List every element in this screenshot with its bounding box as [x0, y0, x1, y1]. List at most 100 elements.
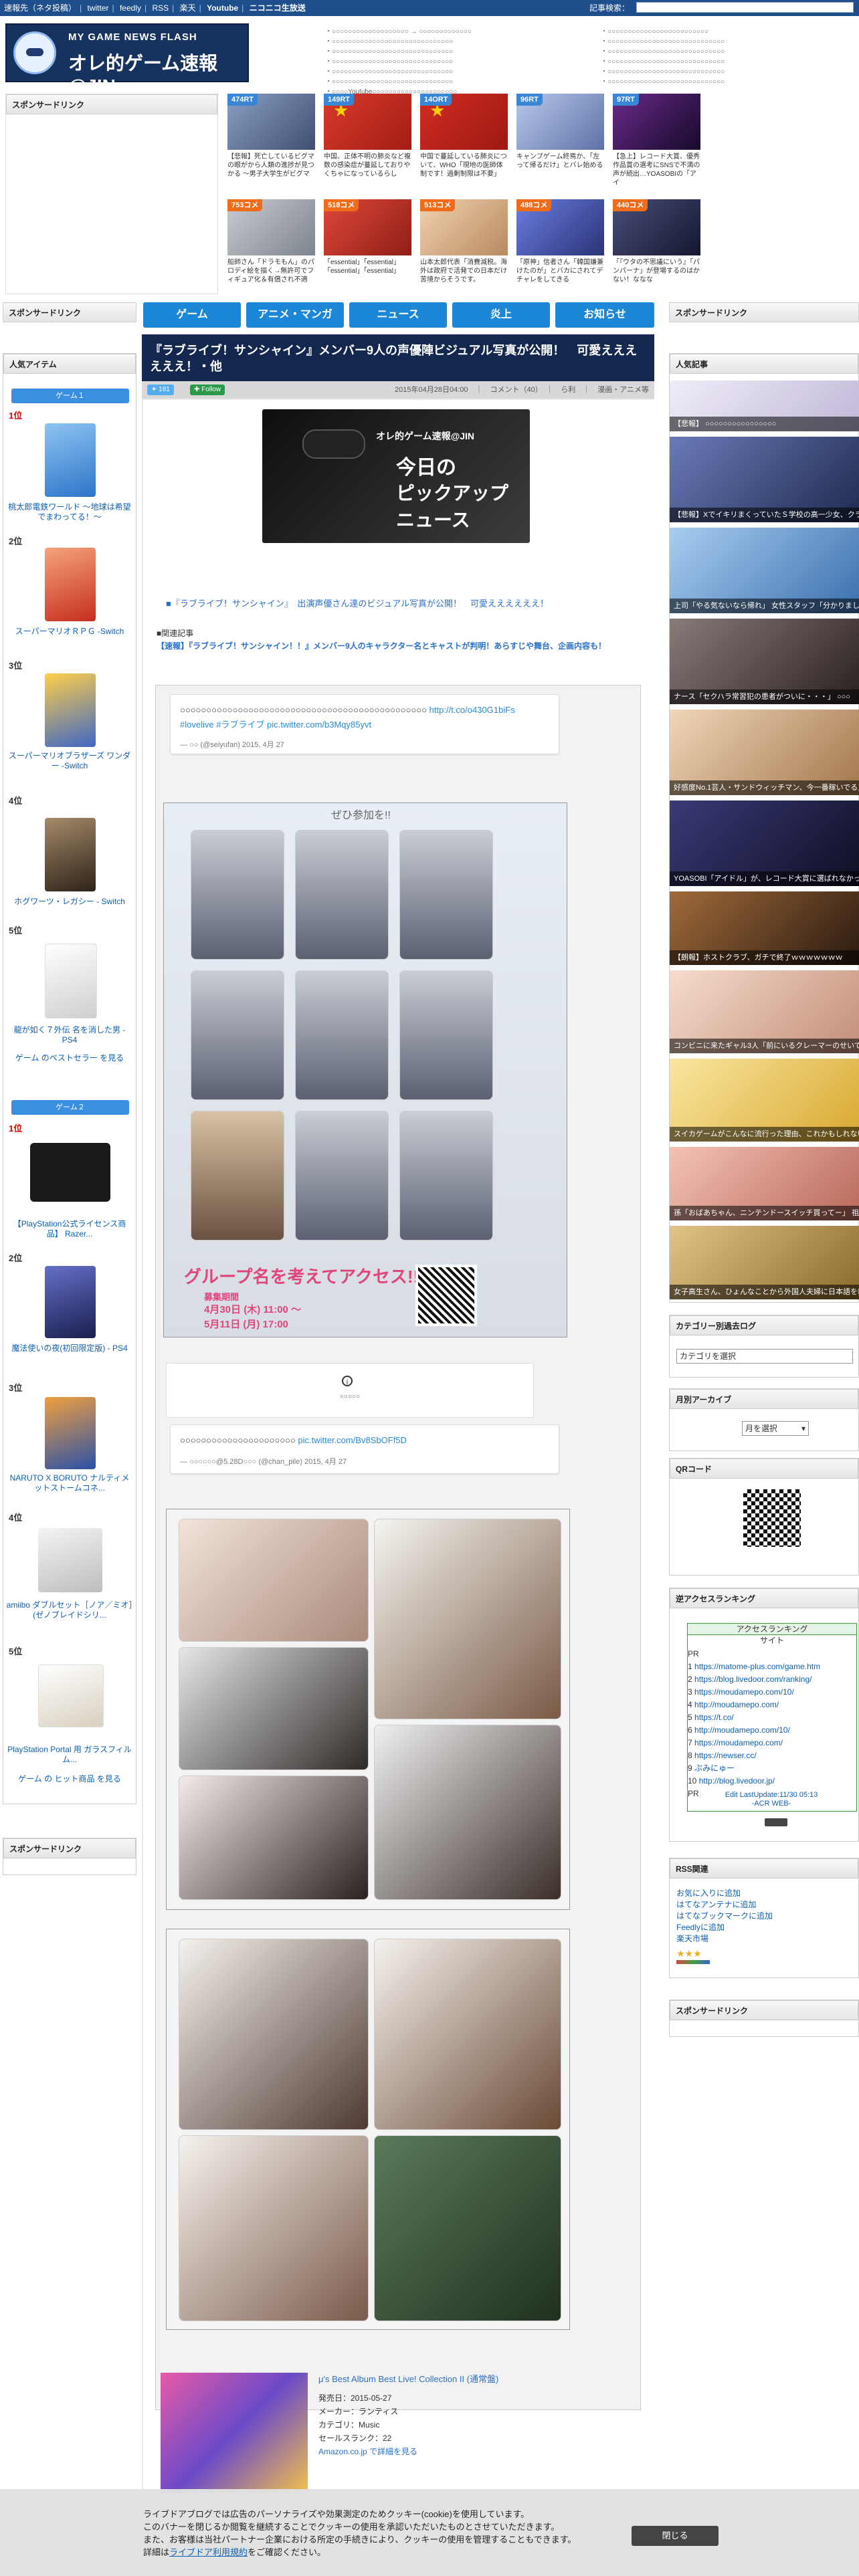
top-link-youtube[interactable]: Youtube — [207, 3, 238, 13]
game-tab-1[interactable]: ゲーム１ — [11, 389, 129, 403]
product-name[interactable]: NARUTO X BORUTO ナルティメットストームコネ... — [6, 1473, 133, 1493]
ranking-row[interactable]: 7 https://moudamepo.com/ — [688, 1737, 855, 1749]
ranking-row[interactable]: 6 http://moudamepo.com/10/ — [688, 1724, 855, 1737]
header-link[interactable]: ・○○○○○○○○○○○○○○○○○○○○○○○○○○○○○○ — [325, 66, 453, 76]
ranking-row[interactable]: 10 http://blog.livedoor.jp/ — [688, 1775, 855, 1788]
nav-news[interactable]: ニュース — [349, 302, 447, 328]
ranking-row[interactable]: 5 https://t.co/ — [688, 1711, 855, 1724]
product-image[interactable] — [45, 548, 96, 621]
product-image[interactable] — [38, 1665, 104, 1727]
popular-article[interactable]: 【悲報】XでイキリまくっていたＳ学校の高一少女、クラスLINEにツイートを晒され… — [670, 437, 859, 522]
header-link[interactable]: ・○○○○○○○○○○○○○○○○○○○○○○○○○○○○○ — [601, 76, 725, 86]
header-link[interactable]: ・○○○○○○○○○○○○○○○○○○○○○○○○○○○○○ — [601, 45, 725, 56]
popular-article[interactable]: ナース「セクハラ常習犯の患者がついに・・・」 ○○○ — [670, 619, 859, 704]
ranking-row[interactable]: 9 ぶみにゅー — [688, 1762, 855, 1775]
thumb-card[interactable]: ★ 149RT 中国、正体不明の肺炎など複数の感染症が蔓延しておりやくちゃになっ… — [324, 94, 411, 191]
game-tab-2[interactable]: ゲーム２ — [11, 1100, 129, 1115]
product-image[interactable] — [45, 944, 97, 1018]
product-image[interactable] — [45, 1266, 96, 1338]
popular-article[interactable]: 好感度No.1芸人・サンドウィッチマン、今一番稼いでる人ばかりまくりの素をした — [670, 710, 859, 795]
terms-link[interactable]: ライブドア利用規約 — [169, 2547, 248, 2557]
header-link[interactable]: ・○○○○○○○○○○○○○○○○○○○○○○○○○○○○○ — [601, 66, 725, 76]
product-image[interactable] — [30, 1143, 110, 1202]
rss-link-favorites[interactable]: お気に入りに追加 — [676, 1888, 773, 1899]
thumb-card[interactable]: 513コメ 山本太郎代表「消費減税。海外は政府で活発での日本だけ苦境からそうです… — [420, 199, 508, 297]
nav-anime-manga[interactable]: アニメ・マンガ — [246, 302, 344, 328]
product-image[interactable] — [45, 818, 96, 891]
site-logo[interactable]: MY GAME NEWS FLASH オレ的ゲーム速報@JIN — [5, 23, 249, 96]
product-name[interactable]: 桃太郎電鉄ワールド ～地球は希望でまわってる！～ — [6, 502, 133, 522]
header-link[interactable]: ・○○○○○○○○○○○○○○○○○○○○○○○○○○○○○○ — [325, 76, 453, 86]
header-link[interactable]: ・○○○○○○○○○○○○○○○○○○○○○○○○○○○○○○ — [325, 56, 453, 66]
top-link-rakuten[interactable]: 楽天 — [180, 3, 196, 13]
rss-link-hatena-antenna[interactable]: はてなアンテナに追加 — [676, 1899, 773, 1911]
ranking-row[interactable]: 4 http://moudamepo.com/ — [688, 1699, 855, 1711]
nav-notice[interactable]: お知らせ — [555, 302, 654, 328]
header-link[interactable]: ・○○○○○○○○○○○○○○○○○○○ → ○○○○○○○○○○○○○ — [325, 25, 472, 35]
header-link[interactable]: ・○○○○○○○○○○○○○○○○○○○○○○○○○○○○○ — [601, 35, 725, 45]
thumb-card[interactable]: 440コメ 「『ウタの不思議にいう』「パンパーナ」が登場するのはかない！ななな — [613, 199, 700, 297]
related-link[interactable]: 【速報】『ラブライブ！サンシャイン！！』メンバー9人のキャラクター名とキャストが… — [157, 639, 638, 653]
popular-article[interactable]: 孫「おばあちゃん、ニンテンドースイッチ買ってー」 祖母「いいよ」 → 結果 — [670, 1147, 859, 1220]
popular-article[interactable]: 【悲報】 ○○○○○○○○○○○○○○○○ — [670, 381, 859, 431]
product-name[interactable]: PlayStation Portal 用 ガラスフィルム... — [6, 1745, 133, 1765]
popular-article[interactable]: YOASOBI「アイドル」が、レコード大賞に選ばれなかった理由、これかもしれない — [670, 800, 859, 886]
nav-game[interactable]: ゲーム — [143, 302, 241, 328]
product-name[interactable]: スーパーマリオＲＰＧ -Switch — [6, 627, 133, 637]
popular-article[interactable]: 上司「やる気ないなら帰れ」 女性スタッフ「分かりました、辞めます」→ 結果ｗｗｗ… — [670, 528, 859, 613]
tweet-link[interactable]: pic.twitter.com/Bv8SbOFf5D — [298, 1435, 407, 1445]
header-link[interactable]: ・○○○○○○○○○○○○○○○○○○○○○○○○○○○○○○ — [325, 35, 453, 45]
album-cover[interactable] — [161, 2373, 308, 2493]
top-link-twitter[interactable]: twitter — [87, 3, 108, 13]
thumb-card[interactable]: 488コメ 「原神」信者さん「韓国嫌兼けたのが」とバカにされてデチャレをしてきる — [516, 199, 604, 297]
product-image[interactable] — [45, 1397, 96, 1469]
thumb-card[interactable]: 97RT 【急上】レコード大賞、優秀作品賞の選考にSNSで不満の声が続出…YOA… — [613, 94, 700, 191]
thumb-card[interactable]: 96RT キャンプゲーム終焉か、「左って帰るだけ」とバレ始める — [516, 94, 604, 191]
category-select[interactable]: カテゴリを選択 — [676, 1349, 853, 1364]
top-link-submit[interactable]: 速報先（ネタ投稿） — [4, 3, 76, 13]
article-title[interactable]: 『ラブライブ！サンシャイン』メンバー9人の声優陣ビジュアル写真が公開！ 可愛ええ… — [150, 342, 645, 374]
product-image[interactable] — [38, 1528, 102, 1592]
product-name[interactable]: amiibo ダブルセット［ノア／ミオ］(ゼノブレイドシリ... — [6, 1600, 133, 1620]
header-link[interactable]: ・○○○○○○○○○○○○○○○○○○○○○○○○○ — [601, 25, 708, 35]
bestseller-link[interactable]: ゲーム のベストセラー を見る — [6, 1053, 133, 1063]
access-ranking-footer-2[interactable]: -ACR WEB- — [688, 1800, 855, 1808]
product-name[interactable]: 魔法使いの夜(初回限定版) - PS4 — [6, 1344, 133, 1354]
headline-link[interactable]: ■『ラブライブ！サンシャイン』 出演声優さん達のビジュアル写真が公開！ 可愛ええ… — [166, 597, 634, 609]
thumb-card[interactable]: 474RT 【悲報】死亡しているビグマの眼がから人類の進捗が見つかる ～男子大学… — [227, 94, 315, 191]
thumb-card[interactable]: 753コメ 船師さん「ドラモもん」のパロディ絵を描く→無許可でフィギュア化＆有償… — [227, 199, 315, 297]
nav-flame[interactable]: 炎上 — [452, 302, 550, 328]
cookie-close-button[interactable]: 閉じる — [632, 2526, 719, 2546]
product-name[interactable]: スーパーマリオブラザーズ ワンダー -Switch — [6, 751, 133, 771]
top-link-feedly[interactable]: feedly — [120, 3, 141, 13]
ranking-row[interactable]: 3 https://moudamepo.com/10/ — [688, 1686, 855, 1699]
popular-article[interactable]: 【朗報】ホストクラブ、ガチで終了ｗｗｗｗｗｗｗ — [670, 891, 859, 965]
archive-select[interactable]: 月を選択 ▾ — [742, 1421, 809, 1436]
search-input[interactable] — [636, 2, 854, 13]
tweet-button[interactable]: ✦ 181 — [147, 385, 174, 395]
album-title[interactable]: μ's Best Album Best Live! Collection II … — [318, 2373, 626, 2386]
rss-link-hatena-bookmark[interactable]: はてなブックマークに追加 — [676, 1911, 773, 1922]
album-amazon-link[interactable]: Amazon.co.jp で詳細を見る — [318, 2445, 417, 2458]
top-link-rss[interactable]: RSS — [152, 3, 169, 13]
thumb-card[interactable]: ★ 14ORT 中国で蔓延している肺炎について、WHO「現地の医師体制です！過剰… — [420, 94, 508, 191]
rss-link-rakuten[interactable]: 楽天市場 — [676, 1933, 773, 1945]
ranking-row[interactable]: 8 https://newser.cc/ — [688, 1749, 855, 1762]
product-name[interactable]: 【PlayStation公式ライセンス商品】 Razer... — [6, 1219, 133, 1239]
popular-article[interactable]: コンビニに来たギャル3人「前にいるクレーマーのせいで入らざる」ちょうどそこに… — [670, 970, 859, 1053]
header-link[interactable]: ・○○○○○○○○○○○○○○○○○○○○○○○○○○○○○○ — [325, 45, 453, 56]
popular-article[interactable]: 女子高生さん、ひょんなことから外国人夫婦に日本語を教える事になってしまった結果 — [670, 1226, 859, 1299]
product-name[interactable]: ホグワーツ・レガシー - Switch — [6, 897, 133, 907]
rss-link-feedly[interactable]: Feedlyに追加 — [676, 1922, 773, 1933]
header-link[interactable]: ・○○○○○○○○○○○○○○○○○○○○○○○○○○○○○ — [601, 56, 725, 66]
top-link-niconico[interactable]: ニコニコ生放送 — [250, 3, 306, 13]
hit-products-link[interactable]: ゲーム の ヒット商品 を見る — [6, 1774, 133, 1784]
access-ranking-footer[interactable]: Edit LastUpdate:11/30 05:13 — [688, 1791, 855, 1800]
ranking-row[interactable]: 1 https://matome-plus.com/game.htm — [688, 1660, 855, 1673]
product-image[interactable] — [45, 673, 96, 747]
ranking-row[interactable]: PR — [688, 1648, 855, 1660]
popular-article[interactable]: スイカゲームがこんなに流行った理由、これかもしれない — [670, 1059, 859, 1142]
thumb-card[interactable]: 518コメ 「essential」「essential」「essential」「… — [324, 199, 411, 297]
ranking-row[interactable]: 2 https://blog.livedoor.com/ranking/ — [688, 1673, 855, 1686]
product-image[interactable] — [45, 423, 96, 497]
